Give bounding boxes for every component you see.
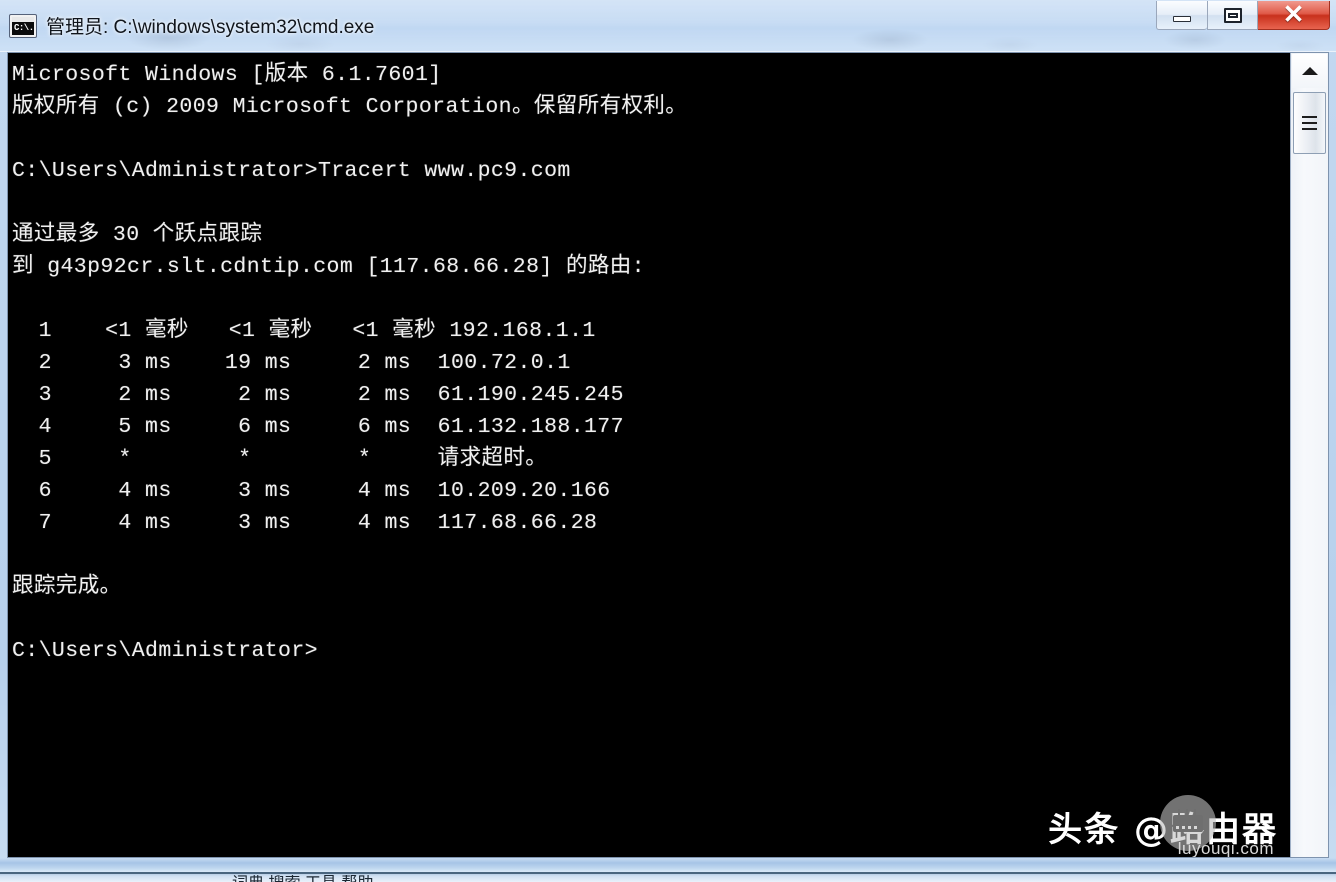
window-controls: ✕ [1156,1,1330,31]
console-output-text: Microsoft Windows [版本 6.1.7601] 版权所有 (c)… [12,63,688,663]
maximize-button[interactable] [1207,1,1258,30]
maximize-icon [1223,7,1242,23]
router-device-glyph [1173,808,1203,832]
minimize-button[interactable] [1156,1,1207,30]
titlebar-left-group: C:\. 管理员: C:\windows\system32\cmd.exe [10,12,374,39]
cmd-console-icon: C:\. [10,14,36,37]
console-output-surface[interactable]: Microsoft Windows [版本 6.1.7601] 版权所有 (c)… [8,53,1290,857]
router-icon [1160,795,1216,851]
scrollbar-thumb[interactable] [1293,92,1326,154]
background-window-title: 词典 搜索 工具 帮助 [232,875,373,882]
cmd-icon-label: C:\. [14,22,34,33]
window-titlebar[interactable]: C:\. 管理员: C:\windows\system32\cmd.exe ✕ [0,0,1336,52]
window-title: 管理员: C:\windows\system32\cmd.exe [46,17,375,38]
cmd-window: C:\. 管理员: C:\windows\system32\cmd.exe ✕ … [0,0,1336,872]
grip-line-icon [1302,128,1317,130]
close-button[interactable]: ✕ [1258,1,1330,30]
console-client-area: Microsoft Windows [版本 6.1.7601] 版权所有 (c)… [7,52,1329,858]
vertical-scrollbar[interactable] [1290,53,1328,857]
grip-line-icon [1302,122,1317,124]
watermark: 头条 @路由器 luyouqi.com [1048,795,1278,857]
watermark-text: 头条 @路由器 [1048,810,1278,850]
chevron-up-icon [1301,67,1318,75]
window-bottom-edge [0,858,1336,872]
scroll-up-button[interactable] [1292,54,1327,88]
watermark-site: luyouqi.com [1177,839,1274,857]
background-window-top-border [0,872,1336,874]
background-window-sliver[interactable]: 词典 搜索 工具 帮助 [0,872,1336,882]
grip-line-icon [1302,116,1317,118]
close-icon: ✕ [1282,0,1305,29]
screen: C:\. 管理员: C:\windows\system32\cmd.exe ✕ … [0,0,1336,882]
minimize-icon [1173,16,1191,22]
